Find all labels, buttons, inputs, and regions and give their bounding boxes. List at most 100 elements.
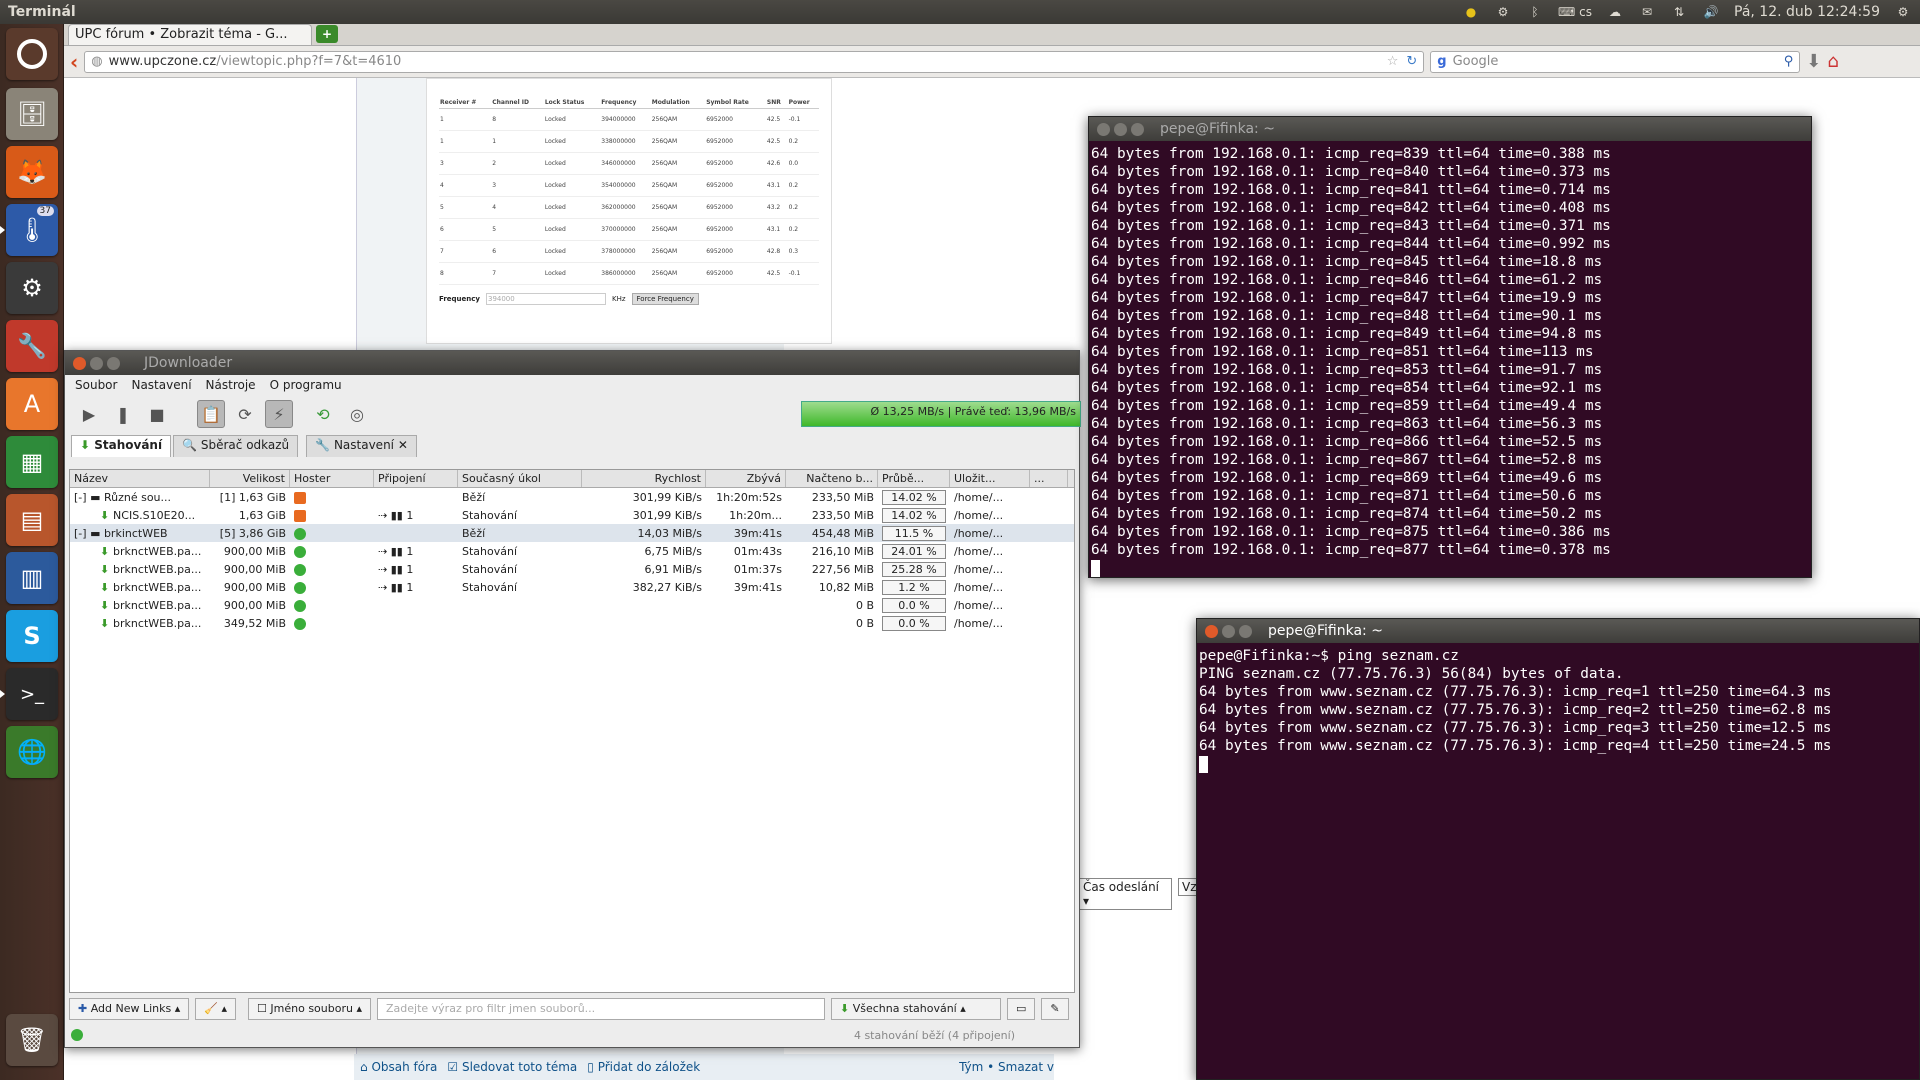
connection-cell: ⇢ ▮▮ 1 [374,509,458,522]
volume-icon[interactable]: 🔊 [1702,5,1720,19]
file-row[interactable]: ⬇ brknctWEB.pa... 900,00 MiB ⇢ ▮▮ 1 Stahová… [70,578,1074,596]
tab-linkgrabber[interactable]: 🔍 Sběrač odkazů [173,435,299,457]
expand-toggle-icon[interactable]: [-] [74,527,90,540]
file-row[interactable]: ⬇ brknctWEB.pa... 900,00 MiB ⇢ ▮▮ 1 Stahová… [70,560,1074,578]
close-tab-icon[interactable]: ✕ [398,438,408,452]
network-icon[interactable]: ⇅ [1670,5,1688,19]
minimize-window-button[interactable] [1222,624,1235,638]
column-header[interactable]: Načteno b... [786,470,878,487]
clean-up-button[interactable]: 🧹 ▴ [195,998,237,1020]
minimize-window-button[interactable] [90,356,103,370]
jdownloader2-launcher[interactable]: 🌐 [6,726,58,778]
keyboard-layout-indicator[interactable]: ⌨ cs [1558,5,1592,19]
pause-icon[interactable]: ❚ [109,400,137,428]
dash-home-button[interactable] [6,28,58,80]
system-settings-launcher[interactable]: 🔧 [6,320,58,372]
clock[interactable]: Pá, 12. dub 12:24:59 [1734,4,1880,20]
file-row[interactable]: ⬇ brknctWEB.pa... 900,00 MiB ⇢ ▮▮ 1 Stahová… [70,542,1074,560]
back-icon[interactable]: ‹ [70,50,78,74]
force-frequency-button[interactable]: Force Frequency [631,293,699,305]
home-icon[interactable]: ⌂ [1827,51,1838,72]
calc-launcher[interactable]: ▦ [6,436,58,488]
stop-icon[interactable]: ■ [143,400,171,428]
hoster-orange-icon [294,491,306,504]
bookmark-topic-link[interactable]: ▯ Přidat do záložek [587,1060,700,1074]
premium-icon[interactable]: ⚡ [265,400,293,428]
play-icon[interactable]: ▶ [75,400,103,428]
clipboard-icon[interactable]: 📋 [197,400,225,428]
frequency-input[interactable]: 394000 [485,293,606,305]
minimize-window-button[interactable] [1114,122,1127,136]
column-header[interactable]: Název [70,470,210,487]
refresh-icon[interactable]: ⟲ [309,400,337,428]
menu-settings[interactable]: Nastavení [131,378,191,392]
file-row[interactable]: ⬇ brknctWEB.pa... 900,00 MiB 0 B 0.0 % /home… [70,596,1074,614]
skype-launcher[interactable]: S [6,610,58,662]
impress-launcher[interactable]: ▤ [6,494,58,546]
url-bar[interactable]: ◍ www.upczone.cz/viewtopic.php?f=7&t=461… [84,50,1425,73]
jdownloader-tray-icon[interactable]: ● [1462,5,1480,19]
team-link[interactable]: Tým • Smazat v [959,1060,1054,1074]
connection-cell: ⇢ ▮▮ 1 [374,563,458,576]
watch-topic-link[interactable]: ☑ Sledovat toto téma [447,1060,577,1074]
firefox-launcher[interactable]: 🦊 [6,146,58,198]
mail-icon[interactable]: ✉ [1638,5,1656,19]
search-icon[interactable]: ⚲ [1784,54,1794,69]
column-header[interactable]: Uložit... [950,470,1030,487]
loaded-cell: 227,56 MiB [811,562,874,576]
software-center-launcher[interactable]: A [6,378,58,430]
column-header[interactable]: Velikost [210,470,290,487]
maximize-window-button[interactable] [107,356,120,370]
update-icon[interactable]: ◎ [343,400,371,428]
gear-icon[interactable]: ⚙ [1894,5,1912,19]
filter-input[interactable]: Zadejte výraz pro filtr jmen souborů... [377,998,825,1020]
column-header[interactable]: Zbývá [706,470,786,487]
browser-tab[interactable]: UPC fórum • Zobrazit téma - G... [68,24,312,45]
steam-tray-icon[interactable]: ⚙ [1494,5,1512,19]
close-window-button[interactable] [1097,122,1110,136]
file-row[interactable]: ⬇ brknctWEB.pa... 349,52 MiB 0 B 0.0 % /home… [70,614,1074,632]
forum-index-link[interactable]: ⌂ Obsah fóra [360,1060,437,1074]
reconnect-icon[interactable]: ⟳ [231,400,259,428]
tab-settings[interactable]: 🔧 Nastavení ✕ [306,435,417,457]
column-header[interactable]: Současný úkol [458,470,582,487]
close-window-button[interactable] [73,356,86,370]
package-row[interactable]: [-] ▬ Různé sou... [1] 1,63 GiB Běží 301,99… [70,488,1074,506]
reload-icon[interactable]: ↻ [1406,54,1417,69]
bookmark-star-icon[interactable]: ☆ [1387,54,1399,69]
download-icon[interactable]: ⬇ [1806,51,1821,72]
new-tab-button[interactable]: + [316,25,338,43]
menu-tools[interactable]: Nástroje [206,378,256,392]
close-window-button[interactable] [1205,624,1218,638]
terminal-output[interactable]: 64 bytes from 192.168.0.1: icmp_req=839 … [1089,141,1811,581]
all-downloads-select[interactable]: ⬇ Všechna stahování ▴ [831,998,1001,1020]
package-row[interactable]: [-] ▬ brkinctWEB [5] 3,86 GiB Běží 14,03 Mi… [70,524,1074,542]
cloud-icon[interactable]: ☁ [1606,5,1624,19]
menu-about[interactable]: O programu [270,378,342,392]
menu-file[interactable]: Soubor [75,378,117,392]
maximize-window-button[interactable] [1239,624,1252,638]
expand-toggle-icon[interactable]: [-] [74,491,90,504]
steam-launcher[interactable]: ⚙ [6,262,58,314]
trash-launcher[interactable]: 🗑 [6,1014,58,1066]
view-toggle-icon[interactable]: ▭ [1007,998,1036,1020]
settings-tools-icon[interactable]: ✎ [1041,998,1069,1020]
bluetooth-icon[interactable]: ᛒ [1526,5,1544,19]
column-header[interactable]: Průbě... [878,470,950,487]
column-header[interactable]: Hoster [290,470,374,487]
column-header[interactable]: Rychlost [582,470,706,487]
add-new-links-button[interactable]: ✚ Add New Links ▴ [69,998,190,1020]
filter-column-select[interactable]: ☐ Jméno souboru ▴ [248,998,371,1020]
column-header[interactable]: ... [1030,470,1068,487]
file-row[interactable]: ⬇ NCIS.S10E20... 1,63 GiB ⇢ ▮▮ 1 Stahování 3… [70,506,1074,524]
search-bar[interactable]: g Google ⚲ [1430,50,1801,73]
files-launcher[interactable]: 🗄 [6,88,58,140]
maximize-window-button[interactable] [1131,122,1144,136]
writer-launcher[interactable]: ▥ [6,552,58,604]
tab-downloads[interactable]: ⬇ Stahování [71,435,172,457]
terminal-output[interactable]: pepe@Fifinka:~$ ping seznam.cz PING sezna… [1197,643,1919,777]
jdownloader-launcher[interactable]: 🌡 37 [0,204,58,256]
column-header[interactable]: Připojení [374,470,458,487]
terminal-launcher[interactable]: >_ [0,668,58,720]
sort-select[interactable]: Čas odeslání ▾ [1078,878,1172,910]
